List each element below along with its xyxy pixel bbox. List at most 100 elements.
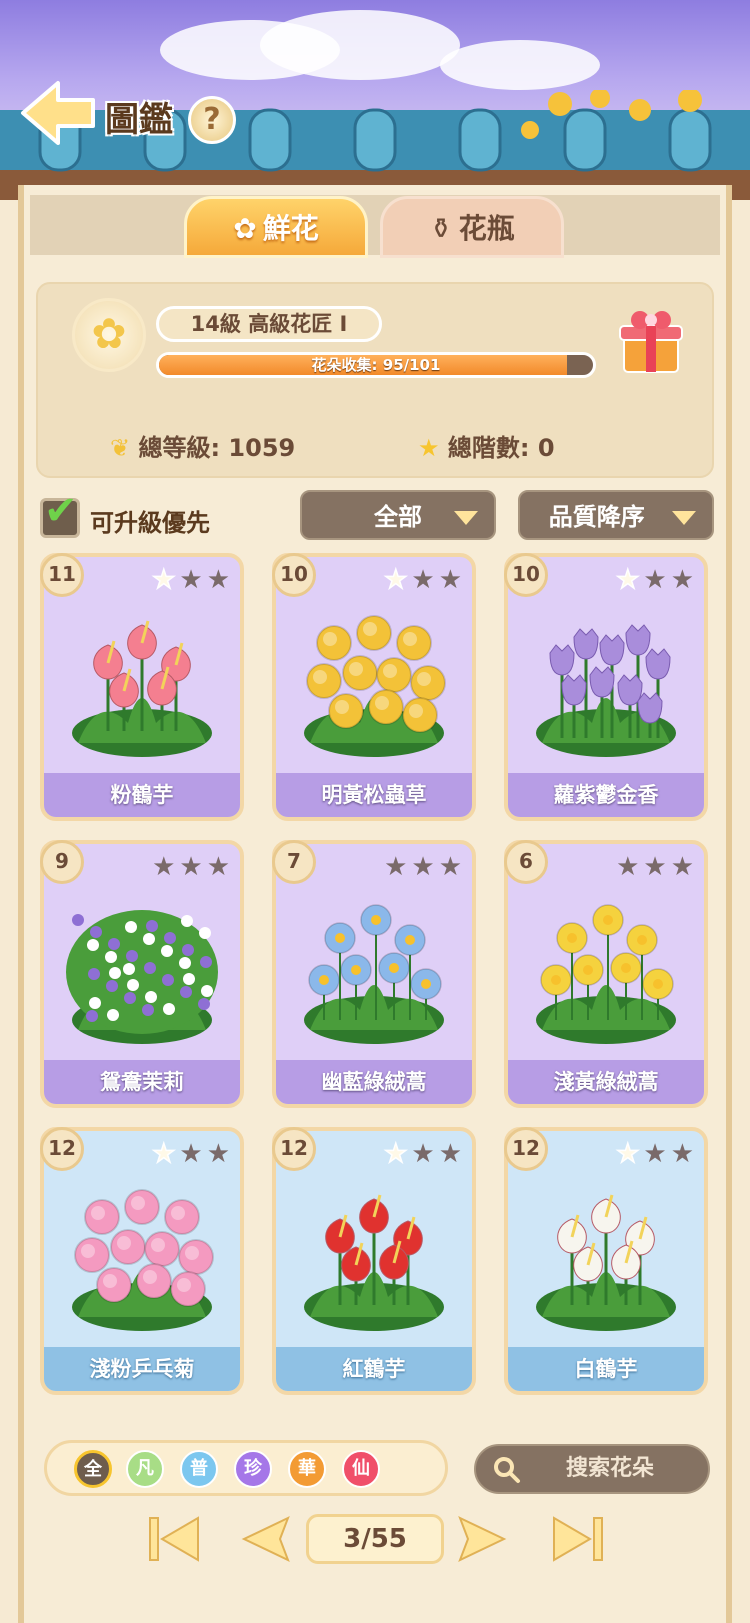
- card-flower-name: 白鶴芋: [508, 1347, 704, 1391]
- flower-illustration: [72, 620, 212, 757]
- gift-box-icon[interactable]: [618, 306, 684, 376]
- card-level-badge: 12: [504, 1127, 548, 1171]
- star-empty-icon: ★: [438, 1139, 462, 1169]
- quality-filter-4[interactable]: 華: [288, 1450, 326, 1488]
- quality-filter-0[interactable]: 全: [74, 1450, 112, 1488]
- tab-vases[interactable]: ⚱ 花瓶: [380, 196, 564, 258]
- vase-icon: ⚱: [429, 212, 453, 245]
- card-star-rating: ★ ★ ★: [148, 564, 230, 596]
- sort-dropdown[interactable]: 品質降序: [518, 490, 714, 540]
- star-filled-icon: ★: [615, 564, 640, 596]
- star-empty-icon: ★: [206, 852, 230, 882]
- tab-fresh-flowers[interactable]: ✿ 鮮花: [184, 196, 368, 258]
- star-empty-icon: ★: [616, 852, 640, 882]
- flower-card[interactable]: 9 ★ ★ ★ 鴛鴦茉莉: [40, 840, 244, 1108]
- star-empty-icon: ★: [411, 852, 435, 882]
- gardener-level: 14級 高級花匠 I: [156, 306, 382, 342]
- star-filled-icon: ★: [151, 564, 176, 596]
- help-button[interactable]: ?: [188, 96, 236, 144]
- prioritize-label: 可升級優先: [90, 509, 210, 537]
- card-level-badge: 6: [504, 840, 548, 884]
- flower-card[interactable]: 11 ★ ★ ★ 粉鶴芋: [40, 553, 244, 821]
- card-level-badge: 7: [272, 840, 316, 884]
- flower-card[interactable]: 10 ★ ★ ★ 明黃松蟲草: [272, 553, 476, 821]
- chevron-down-icon: [454, 511, 478, 525]
- tab-fresh-label: 鮮花: [262, 212, 319, 245]
- star-empty-icon: ★: [670, 565, 694, 595]
- flower-card[interactable]: 12 ★ ★ ★ 白鶴芋: [504, 1127, 708, 1395]
- collection-progress-text: 花朵收集: 95/101: [311, 356, 441, 374]
- flower-card[interactable]: 7 ★ ★ ★ 幽藍綠絨蒿: [272, 840, 476, 1108]
- card-level-badge: 10: [504, 553, 548, 597]
- quality-filter-1[interactable]: 凡: [126, 1450, 164, 1488]
- search-flower-input[interactable]: 搜索花朵: [474, 1444, 710, 1494]
- quality-filter-2[interactable]: 普: [180, 1450, 218, 1488]
- flower-illustration: [66, 910, 218, 1044]
- card-level-badge: 12: [40, 1127, 84, 1171]
- card-level-badge: 12: [272, 1127, 316, 1171]
- flower-emblem-icon: ✿: [72, 298, 146, 372]
- total-level-text: 總等級: 1059: [138, 434, 296, 462]
- card-flower-name: 蘿紫鬱金香: [508, 773, 704, 817]
- quality-filter-5[interactable]: 仙: [342, 1450, 380, 1488]
- star-empty-icon: ★: [206, 565, 230, 595]
- back-arrow-icon[interactable]: [18, 78, 98, 148]
- star-empty-icon: ★: [643, 565, 667, 595]
- star-empty-icon: ★: [384, 852, 408, 882]
- flower-illustration: [304, 904, 444, 1044]
- sprout-icon: ❦: [110, 434, 139, 462]
- flower-illustration: [304, 615, 446, 757]
- flower-illustration: [536, 904, 676, 1044]
- total-rank: ★ 總階數: 0: [418, 428, 555, 463]
- flower-card[interactable]: 12 ★ ★ ★ 紅鶴芋: [272, 1127, 476, 1395]
- card-level-badge: 10: [272, 553, 316, 597]
- card-flower-name: 淺黃綠絨蒿: [508, 1060, 704, 1104]
- star-empty-icon: ★: [179, 1139, 203, 1169]
- search-placeholder: 搜索花朵: [566, 1456, 655, 1481]
- star-filled-icon: ★: [151, 1138, 176, 1170]
- card-level-badge: 9: [40, 840, 84, 884]
- star-empty-icon: ★: [411, 565, 435, 595]
- flower-card[interactable]: 12 ★ ★ ★ 淺粉乒乓菊: [40, 1127, 244, 1395]
- next-page-icon[interactable]: [452, 1512, 512, 1566]
- last-page-icon[interactable]: [546, 1512, 606, 1566]
- card-star-rating: ★ ★ ★: [380, 564, 462, 596]
- star-filled-icon: ★: [383, 1138, 408, 1170]
- prev-page-icon[interactable]: [236, 1512, 296, 1566]
- star-filled-icon: ★: [383, 564, 408, 596]
- card-star-rating: ★ ★ ★: [148, 852, 230, 882]
- star-icon: ★: [418, 434, 448, 462]
- card-level-badge: 11: [40, 553, 84, 597]
- category-dropdown[interactable]: 全部: [300, 490, 496, 540]
- card-star-rating: ★ ★ ★: [612, 564, 694, 596]
- card-flower-name: 淺粉乒乓菊: [44, 1347, 240, 1391]
- star-empty-icon: ★: [438, 565, 462, 595]
- star-empty-icon: ★: [438, 852, 462, 882]
- flower-card[interactable]: 10 ★ ★ ★ 蘿紫鬱金香: [504, 553, 708, 821]
- star-empty-icon: ★: [643, 852, 667, 882]
- quality-filter-3[interactable]: 珍: [234, 1450, 272, 1488]
- tab-vase-label: 花瓶: [458, 212, 515, 245]
- card-star-rating: ★ ★ ★: [380, 852, 462, 882]
- star-empty-icon: ★: [206, 1139, 230, 1169]
- star-empty-icon: ★: [179, 852, 203, 882]
- magnifier-icon: [494, 1457, 520, 1483]
- flower-illustration: [72, 1189, 214, 1331]
- page-title: 圖鑑: [105, 100, 173, 140]
- rose-icon: ✿: [233, 212, 257, 245]
- card-flower-name: 紅鶴芋: [276, 1347, 472, 1391]
- chevron-down-icon: [672, 511, 696, 525]
- tab-bar: [30, 195, 720, 255]
- flower-card[interactable]: 6 ★ ★ ★ 淺黃綠絨蒿: [504, 840, 708, 1108]
- flower-illustration: [536, 624, 676, 757]
- card-flower-name: 幽藍綠絨蒿: [276, 1060, 472, 1104]
- total-rank-text: 總階數: 0: [447, 434, 555, 462]
- flower-illustration: [536, 1194, 676, 1331]
- card-star-rating: ★ ★ ★: [148, 1138, 230, 1170]
- star-filled-icon: ★: [615, 1138, 640, 1170]
- star-empty-icon: ★: [670, 1139, 694, 1169]
- star-empty-icon: ★: [411, 1139, 435, 1169]
- first-page-icon[interactable]: [146, 1512, 206, 1566]
- star-empty-icon: ★: [179, 565, 203, 595]
- card-flower-name: 鴛鴦茉莉: [44, 1060, 240, 1104]
